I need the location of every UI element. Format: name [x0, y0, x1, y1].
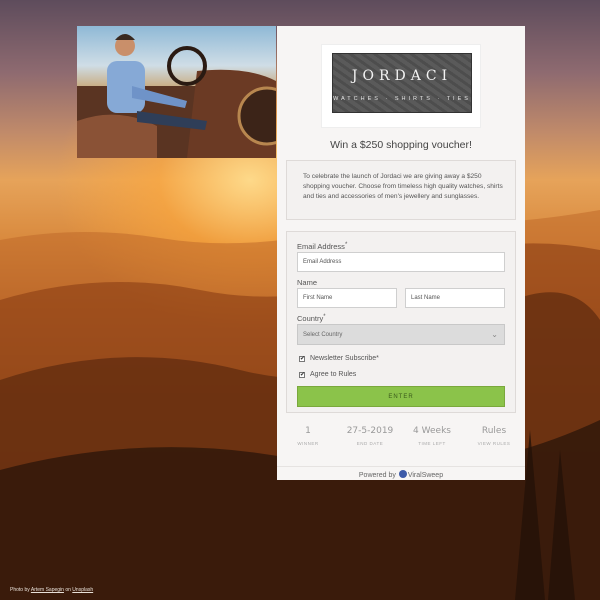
enter-button[interactable]: ENTER	[297, 386, 505, 407]
powered-by[interactable]: Powered by ViralSweep	[277, 466, 525, 479]
unsplash-link[interactable]: Unsplash	[72, 587, 93, 593]
chevron-down-icon: ⌄	[491, 330, 498, 339]
brand-logo: JORDACI WATCHES · SHIRTS · TIES	[332, 53, 472, 113]
logo-frame: JORDACI WATCHES · SHIRTS · TIES	[321, 44, 481, 128]
last-name-field[interactable]: Last Name	[405, 288, 505, 308]
hero-image	[77, 26, 276, 158]
stats-bar: 1 WINNER 27-5-2019 END DATE 4 Weeks TIME LE…	[277, 426, 525, 456]
view-rules-link[interactable]: Rules VIEW RULES	[463, 426, 525, 446]
entry-form: Email Address* Email Address Name First …	[286, 231, 516, 413]
email-field[interactable]: Email Address	[297, 252, 505, 272]
giveaway-panel: JORDACI WATCHES · SHIRTS · TIES Win a $2…	[277, 26, 525, 480]
rules-label: Agree to Rules	[310, 371, 357, 378]
email-label: Email Address*	[297, 242, 348, 251]
first-name-field[interactable]: First Name	[297, 288, 397, 308]
newsletter-checkbox[interactable]: ✔	[299, 356, 305, 362]
country-select[interactable]: Select Country ⌄	[297, 324, 505, 345]
name-label: Name	[297, 278, 318, 287]
photo-author-link[interactable]: Artem Sapegin	[31, 587, 64, 593]
stat-time-left: 4 Weeks TIME LEFT	[413, 426, 451, 446]
stat-end-date: 27-5-2019 END DATE	[346, 426, 394, 446]
rules-checkbox[interactable]: ✔	[299, 372, 305, 378]
country-label: Country*	[297, 314, 326, 323]
description-text: To celebrate the launch of Jordaci we ar…	[303, 173, 503, 200]
giveaway-headline: Win a $250 shopping voucher!	[330, 139, 472, 151]
newsletter-label: Newsletter Subscribe*	[310, 355, 379, 362]
viralsweep-icon	[398, 470, 407, 478]
photo-credit: Photo by Artem Sapegin on Unsplash	[10, 587, 94, 593]
description-box: To celebrate the launch of Jordaci we ar…	[286, 160, 516, 220]
stat-winners: 1 WINNER	[297, 426, 319, 446]
